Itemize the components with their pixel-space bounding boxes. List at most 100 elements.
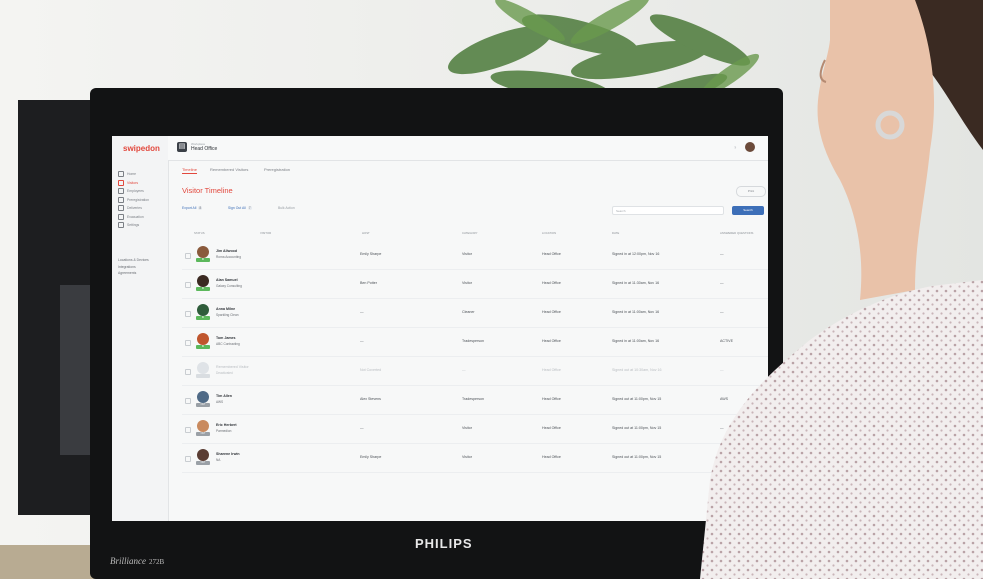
sidebar-item-label: Preregistration bbox=[127, 197, 150, 202]
visitor-location: Head Office bbox=[542, 426, 561, 430]
row-checkbox[interactable] bbox=[185, 427, 191, 433]
status-badge: OUT bbox=[196, 403, 210, 407]
visitor-location: Head Office bbox=[542, 455, 561, 459]
column-header[interactable]: CATEGORY bbox=[462, 231, 477, 235]
column-header[interactable]: LOCATION bbox=[542, 231, 556, 235]
visitor-name[interactable]: Remembered Visitor bbox=[216, 365, 249, 369]
column-header[interactable]: VISITOR bbox=[260, 231, 271, 235]
column-header[interactable]: DATE bbox=[612, 231, 619, 235]
monitor-model: Brilliance bbox=[110, 556, 146, 566]
sidebar-nav: Home Visitors Employees Preregistration Deli… bbox=[118, 170, 168, 230]
sidebar-item-home[interactable]: Home bbox=[118, 170, 168, 179]
tab-timeline[interactable]: Timeline bbox=[182, 167, 197, 174]
visitor-category: Visitor bbox=[462, 426, 472, 430]
table-row[interactable]: IN Alan Samuel Galaxy Consulting Ben Potter… bbox=[182, 271, 768, 299]
visit-date: Signed out at 10:30am, Nov 16 bbox=[612, 368, 662, 372]
row-checkbox[interactable] bbox=[185, 340, 191, 346]
sidebar-item-preregistration[interactable]: Preregistration bbox=[118, 196, 168, 205]
visitor-company: AWS bbox=[216, 400, 224, 404]
avatar bbox=[197, 391, 209, 403]
table-row[interactable]: OUT Tim Allen AWS Alex Stevens Tradesperson H… bbox=[182, 387, 768, 415]
table-row[interactable]: OUT Eric Herbert Parmedion — Visitor Head Off… bbox=[182, 416, 768, 444]
visitor-name[interactable]: Tim Allen bbox=[216, 394, 232, 398]
row-checkbox[interactable] bbox=[185, 456, 191, 462]
visitor-location: Head Office bbox=[542, 252, 561, 256]
host-name: Ben Potter bbox=[360, 281, 377, 285]
host-name: Emily Sharpe bbox=[360, 455, 382, 459]
avatar bbox=[197, 449, 209, 461]
export-all-button[interactable]: Export All 8 bbox=[182, 206, 203, 210]
status-badge: IN bbox=[196, 316, 210, 320]
sidebar-item-visitors[interactable]: Visitors bbox=[118, 179, 168, 188]
monitor-brand-logo: PHILIPS bbox=[415, 536, 473, 551]
visitor-name[interactable]: Tom James bbox=[216, 336, 236, 340]
visit-date: Signed in at 12:00pm, Nov 16 bbox=[612, 252, 660, 256]
status-badge: OUT bbox=[196, 432, 210, 436]
photo-scene: swipedon Home Visitors Employees Preregistr… bbox=[0, 0, 983, 579]
sign-out-count-badge: 7 bbox=[247, 206, 252, 210]
visitor-category: Visitor bbox=[462, 252, 472, 256]
column-header[interactable]: HOST bbox=[362, 231, 370, 235]
visitor-icon bbox=[118, 179, 124, 186]
visitor-photo: IN bbox=[196, 333, 210, 351]
row-checkbox[interactable] bbox=[185, 398, 191, 404]
sign-out-all-label: Sign Out All bbox=[228, 206, 246, 210]
bulk-action-button[interactable]: Bulk Action bbox=[278, 206, 295, 210]
tab-preregistration[interactable]: Preregistration bbox=[264, 167, 290, 172]
table-row[interactable]: Remembered Visitor Deactivated Not Coverte… bbox=[182, 358, 768, 386]
visitor-category: Visitor bbox=[462, 281, 472, 285]
visitor-photo: OUT bbox=[196, 391, 210, 409]
visitor-category: Tradesperson bbox=[462, 339, 485, 343]
calendar-icon bbox=[118, 196, 124, 203]
table-row[interactable]: IN Jim Allwood Roma Accounting Emily Sharpe… bbox=[182, 242, 768, 270]
host-name: — bbox=[360, 426, 364, 430]
column-header[interactable]: STATUS bbox=[194, 231, 205, 235]
sidebar-item-label: Home bbox=[127, 172, 137, 177]
visitor-name[interactable]: Anna Milne bbox=[216, 307, 235, 311]
sidebar-item-label: Deliveries bbox=[127, 206, 142, 211]
sidebar-item-label: Evacuation bbox=[127, 214, 144, 219]
sidebar-link[interactable]: Agreements bbox=[118, 271, 149, 278]
table-row[interactable]: OUT Sharene Irwin NA Emily Sharpe Visitor Hea… bbox=[182, 445, 768, 473]
visit-date: Signed out at 11:00pm, Nov 15 bbox=[612, 455, 662, 459]
visitor-location: Head Office bbox=[542, 339, 561, 343]
visitor-photo bbox=[196, 362, 210, 380]
visitor-category: Cleaner bbox=[462, 310, 475, 314]
visitor-name[interactable]: Eric Herbert bbox=[216, 423, 237, 427]
sidebar-links: Locations & Devices Integrations Agreement… bbox=[118, 258, 149, 278]
sidebar-item-evacuation[interactable]: Evacuation bbox=[118, 213, 168, 222]
row-checkbox[interactable] bbox=[185, 253, 191, 259]
status-badge: IN bbox=[196, 287, 210, 291]
location-selector[interactable]: Head Office bbox=[191, 146, 217, 152]
visit-date: Signed in at 11:30am, Nov 16 bbox=[612, 281, 660, 285]
visitor-photo: IN bbox=[196, 304, 210, 322]
gear-icon bbox=[118, 222, 124, 229]
sign-out-all-button[interactable]: Sign Out All 7 bbox=[228, 206, 252, 210]
visit-date: Signed out at 11:00pm, Nov 15 bbox=[612, 397, 662, 401]
sidebar-item-employees[interactable]: Employees bbox=[118, 187, 168, 196]
host-name: Alex Stevens bbox=[360, 397, 381, 401]
visitor-category: Visitor bbox=[462, 455, 472, 459]
table-row[interactable]: IN Anna Milne Sparkling Clean — Cleaner Head … bbox=[182, 300, 768, 328]
sidebar-item-deliveries[interactable]: Deliveries bbox=[118, 204, 168, 213]
main-monitor: swipedon Home Visitors Employees Preregistr… bbox=[90, 88, 783, 579]
row-checkbox[interactable] bbox=[185, 282, 191, 288]
alert-icon bbox=[118, 213, 124, 220]
visitor-company: Sparkling Clean bbox=[216, 313, 239, 317]
brand-logo: swipedon bbox=[123, 144, 160, 153]
visitor-photo: OUT bbox=[196, 420, 210, 438]
visitor-name[interactable]: Sharene Irwin bbox=[216, 452, 240, 456]
monitor-model-label: Brilliance 272B bbox=[110, 556, 164, 566]
host-name: Emily Sharpe bbox=[360, 252, 382, 256]
sidebar-item-settings[interactable]: Settings bbox=[118, 221, 168, 230]
row-checkbox[interactable] bbox=[185, 311, 191, 317]
visitor-name[interactable]: Jim Allwood bbox=[216, 249, 237, 253]
visitor-category: Tradesperson bbox=[462, 397, 485, 401]
status-badge: OUT bbox=[196, 461, 210, 465]
visitor-name[interactable]: Alan Samuel bbox=[216, 278, 238, 282]
table-row[interactable]: IN Tom James ABC Contracting — Tradesperson H… bbox=[182, 329, 768, 357]
visitor-company: ABC Contracting bbox=[216, 342, 240, 346]
row-checkbox[interactable] bbox=[185, 369, 191, 375]
visit-date: Signed in at 11:00am, Nov 16 bbox=[612, 339, 660, 343]
tab-remembered-visitors[interactable]: Remembered Visitors bbox=[210, 167, 248, 172]
